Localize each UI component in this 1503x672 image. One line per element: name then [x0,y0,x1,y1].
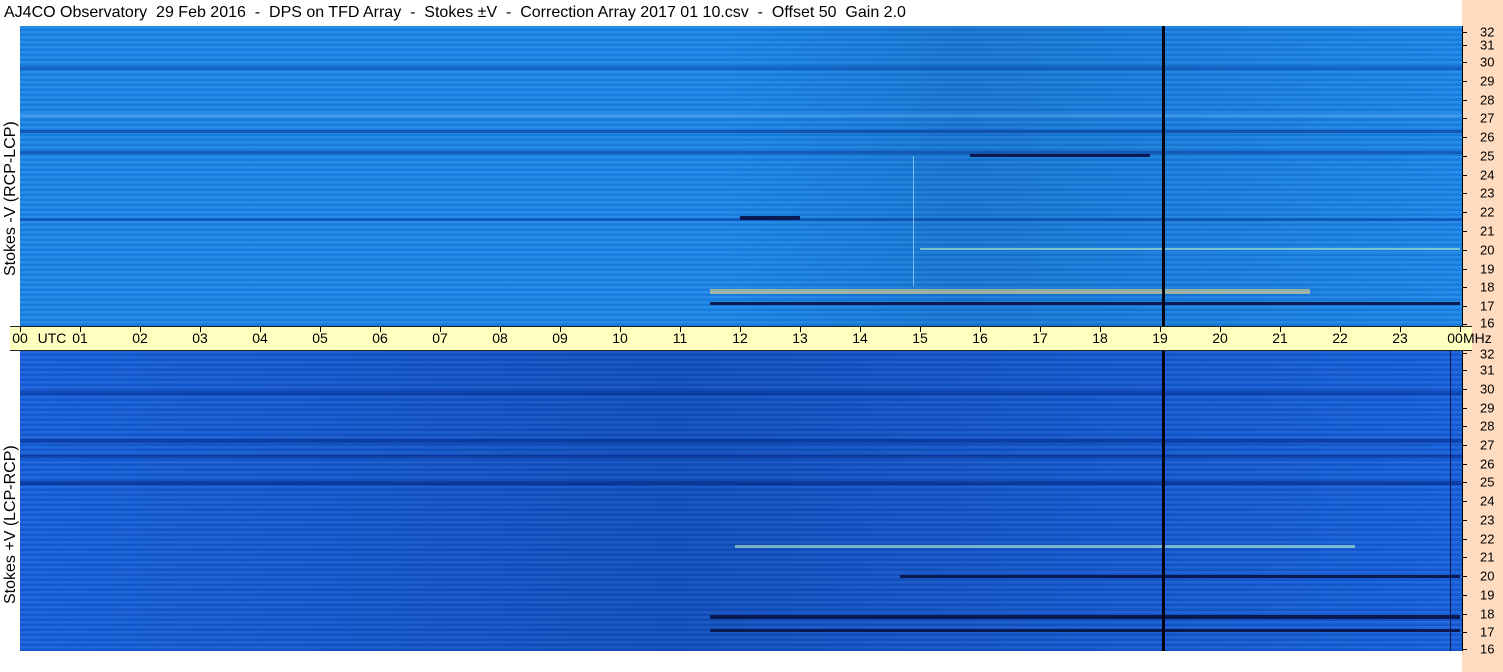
time-label-07: 07 [432,330,448,346]
bottom-panel-label: Stokes +V (LCP-RCP) [2,445,19,604]
time-label-16: 16 [972,330,988,346]
time-label-end: 00 [1447,330,1463,346]
time-marker-bottom [1162,351,1165,651]
frequency-unit-label: MHz [1463,330,1492,346]
freq-label-19: 19 [1480,261,1495,277]
freq-label-30-b: 30 [1480,381,1495,397]
freq-label-26-b: 26 [1480,456,1495,472]
time-label-18: 18 [1092,330,1108,346]
freq-label-20-b: 20 [1480,568,1495,584]
time-label-09: 09 [552,330,568,346]
time-label-10: 10 [612,330,628,346]
time-label-15: 15 [912,330,928,346]
spectrogram-window: AJ4CO Observatory 29 Feb 2016 - DPS on T… [0,0,1503,672]
frequency-axis-top: 32 31 30 29 28 27 26 25 24 23 22 21 20 1… [1462,25,1503,331]
freq-label-24: 24 [1480,167,1495,183]
freq-label-26: 26 [1480,129,1495,145]
freq-label-29: 29 [1480,73,1495,89]
time-label-13: 13 [792,330,808,346]
freq-label-28: 28 [1480,92,1495,108]
freq-label-30: 30 [1480,54,1495,70]
top-panel-label: Stokes -V (RCP-LCP) [2,121,19,276]
freq-label-32-b: 32 [1480,346,1495,362]
time-marker-top [1162,26,1165,326]
freq-label-23-b: 23 [1480,512,1495,528]
freq-label-20: 20 [1480,242,1495,258]
time-label-06: 06 [372,330,388,346]
time-label-utc: UTC [37,330,67,346]
time-label-01: 01 [72,330,88,346]
time-label-11: 11 [672,330,688,346]
freq-label-31-b: 31 [1480,362,1495,378]
freq-label-29-b: 29 [1480,400,1495,416]
spectrogram-stokes-plus-v [20,351,1462,651]
freq-label-27: 27 [1480,110,1495,126]
freq-label-16-b: 16 [1480,641,1495,657]
freq-label-17: 17 [1480,298,1495,314]
time-label-03: 03 [192,330,208,346]
freq-label-16: 16 [1480,315,1495,331]
time-label-08: 08 [492,330,508,346]
freq-label-21-b: 21 [1480,549,1495,565]
freq-label-17-b: 17 [1480,624,1495,640]
time-label-start: 00 [12,330,28,346]
time-axis: 00 UTC 01 02 03 04 05 06 07 08 09 10 11 … [10,326,1472,351]
time-label-20: 20 [1212,330,1228,346]
time-label-04: 04 [252,330,268,346]
freq-label-23: 23 [1480,185,1495,201]
time-label-12: 12 [732,330,748,346]
frequency-axis-bottom: 32 31 30 29 28 27 26 25 24 23 22 21 20 1… [1462,347,1503,657]
freq-label-25-b: 25 [1480,474,1495,490]
freq-label-28-b: 28 [1480,418,1495,434]
freq-label-22-b: 22 [1480,531,1495,547]
time-label-17: 17 [1032,330,1048,346]
plot-title: AJ4CO Observatory 29 Feb 2016 - DPS on T… [0,0,1462,26]
spectrogram-stokes-minus-v [20,26,1462,326]
time-label-14: 14 [852,330,868,346]
freq-label-25: 25 [1480,148,1495,164]
top-panel-label-box: Stokes -V (RCP-LCP) [0,26,20,326]
freq-label-24-b: 24 [1480,493,1495,509]
freq-label-19-b: 19 [1480,587,1495,603]
freq-label-31: 31 [1480,37,1495,53]
freq-label-18-b: 18 [1480,606,1495,622]
time-label-23: 23 [1392,330,1408,346]
freq-label-21: 21 [1480,223,1495,239]
freq-label-22: 22 [1480,204,1495,220]
freq-label-27-b: 27 [1480,437,1495,453]
time-label-21: 21 [1272,330,1288,346]
time-label-02: 02 [132,330,148,346]
time-label-05: 05 [312,330,328,346]
bottom-panel-label-box: Stokes +V (LCP-RCP) [0,351,20,651]
freq-label-18: 18 [1480,279,1495,295]
time-label-19: 19 [1152,330,1168,346]
time-label-22: 22 [1332,330,1348,346]
